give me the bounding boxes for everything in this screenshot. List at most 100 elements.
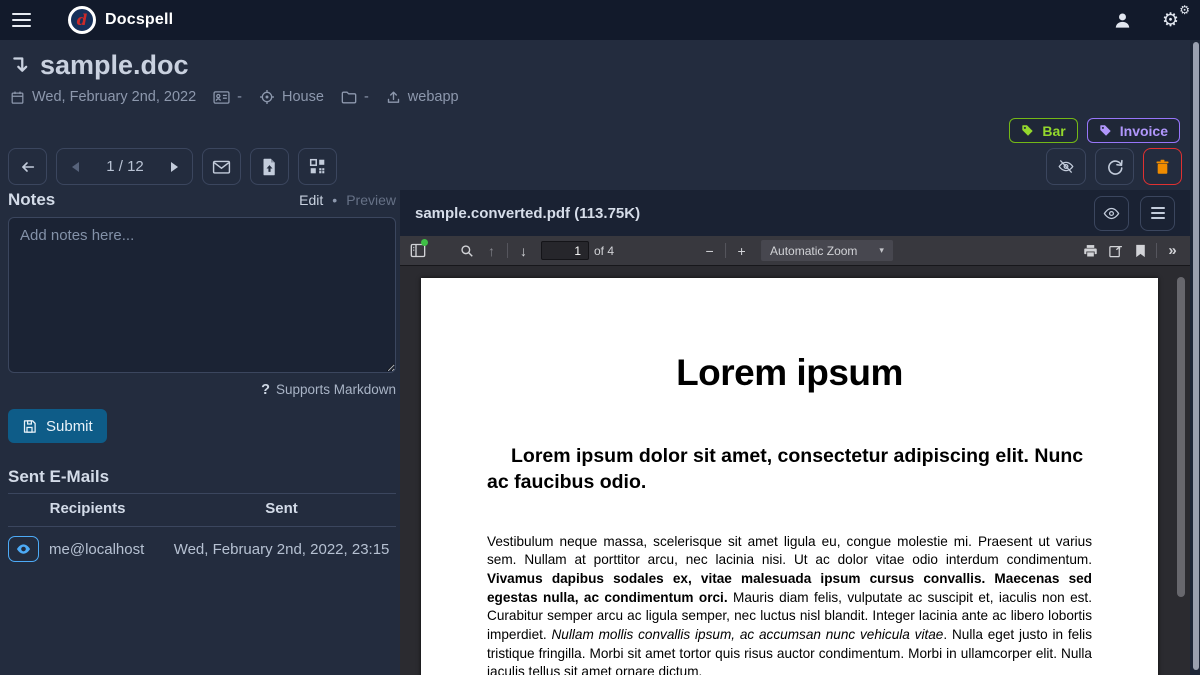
arrow-down-icon: ↓ — [520, 243, 527, 259]
gears-icon: ⚙ ⚙ — [1162, 8, 1188, 32]
upload-icon — [386, 90, 401, 105]
previous-page-button[interactable]: ↑ — [479, 239, 504, 263]
zoom-out-button[interactable]: − — [697, 239, 722, 263]
sidebar-toggle-button[interactable] — [405, 239, 430, 263]
tag-bar[interactable]: Bar — [1009, 118, 1077, 143]
item-source: webapp — [386, 89, 459, 105]
prev-item-button[interactable] — [57, 149, 93, 184]
print-button[interactable] — [1078, 239, 1103, 263]
item-header: sample.doc Wed, February 2nd, 2022 - — [0, 40, 1190, 143]
hamburger-icon — [12, 13, 31, 16]
settings-button[interactable]: ⚙ ⚙ — [1162, 8, 1188, 32]
item-title-row: sample.doc — [10, 50, 1180, 81]
arrow-turn-down-icon — [10, 55, 31, 76]
refresh-icon — [1106, 158, 1124, 176]
app-title: Docspell — [105, 11, 173, 29]
unconfirm-button[interactable] — [1046, 148, 1086, 185]
back-button[interactable] — [8, 148, 47, 185]
notes-preview-link[interactable]: Preview — [346, 192, 396, 208]
sent-emails-table: Recipients Sent me@localhost — [8, 493, 396, 562]
pdf-scrollbar-thumb[interactable] — [1177, 277, 1185, 597]
pdf-page-1: Lorem ipsum Lorem ipsum dolor sit amet, … — [421, 278, 1158, 675]
next-item-button[interactable] — [157, 149, 192, 184]
attachment-panel: sample.converted.pdf (113.75K) — [400, 190, 1190, 675]
arrow-up-icon: ↑ — [488, 243, 495, 259]
eye-icon — [1103, 207, 1120, 220]
calendar-icon — [10, 90, 25, 105]
qr-code-icon — [309, 158, 326, 175]
user-icon — [1113, 11, 1132, 30]
caret-right-icon — [171, 162, 178, 172]
item-folder: - — [341, 89, 369, 105]
envelope-icon — [212, 159, 231, 175]
zoom-level-select[interactable]: Automatic Zoom ▾ — [761, 240, 893, 261]
column-header-recipients: Recipients — [8, 494, 167, 527]
reprocess-button[interactable] — [1095, 148, 1134, 185]
eye-slash-icon — [1056, 158, 1076, 175]
attachment-header: sample.converted.pdf (113.75K) — [400, 190, 1190, 236]
more-tools-button[interactable]: » — [1160, 239, 1185, 263]
file-upload-icon — [262, 158, 277, 176]
tags-row: Bar Invoice — [10, 118, 1180, 143]
pdf-viewer[interactable]: Lorem ipsum Lorem ipsum dolor sit amet, … — [400, 266, 1190, 675]
view-mail-button[interactable] — [8, 536, 39, 562]
top-navbar: d Docspell ⚙ ⚙ — [0, 0, 1200, 40]
pdf-document-paragraph: Vestibulum neque massa, scelerisque sit … — [487, 533, 1092, 675]
search-icon — [460, 244, 474, 258]
eye-icon — [16, 543, 31, 555]
page-scrollbar-thumb[interactable] — [1193, 42, 1199, 670]
qr-code-button[interactable] — [298, 148, 337, 185]
docspell-logo: d — [68, 6, 96, 34]
bookmark-icon — [1135, 244, 1146, 258]
sent-email-row: me@localhost Wed, February 2nd, 2022, 23… — [8, 527, 396, 563]
download-button[interactable] — [1103, 239, 1128, 263]
item-toolbar: 1 / 12 — [8, 148, 1182, 185]
tag-icon — [1021, 124, 1034, 137]
mail-recipient: me@localhost — [49, 541, 144, 558]
question-mark-icon: ? — [261, 382, 270, 398]
page-scrollbar[interactable] — [1190, 40, 1200, 675]
save-icon — [22, 419, 37, 434]
tag-invoice[interactable]: Invoice — [1087, 118, 1180, 143]
tag-icon — [1099, 124, 1112, 137]
item-title: sample.doc — [40, 50, 189, 81]
sidebar-notification-dot — [421, 239, 428, 246]
notes-header: Notes Edit • Preview — [8, 190, 396, 210]
list-menu-icon — [1151, 207, 1165, 219]
plus-icon: + — [737, 243, 745, 259]
pdf-document-subtitle: Lorem ipsum dolor sit amet, consectetur … — [487, 444, 1092, 496]
submit-notes-button[interactable]: Submit — [8, 409, 107, 443]
find-button[interactable] — [454, 239, 479, 263]
item-pager: 1 / 12 — [56, 148, 193, 185]
column-header-sent: Sent — [167, 494, 396, 527]
menu-toggle-button[interactable] — [12, 5, 46, 35]
bullet-separator: • — [332, 192, 337, 208]
page-count-label: of 4 — [594, 244, 614, 258]
send-mail-button[interactable] — [202, 148, 241, 185]
zoom-in-button[interactable]: + — [729, 239, 754, 263]
page-number-input[interactable] — [541, 241, 589, 260]
docspell-app: d Docspell ⚙ ⚙ sample.doc — [0, 0, 1200, 675]
left-column: Notes Edit • Preview ?Supports Markdown … — [8, 190, 396, 562]
delete-button[interactable] — [1143, 148, 1182, 185]
pdf-document-title: Lorem ipsum — [421, 352, 1158, 394]
item-concerning: - — [213, 89, 242, 105]
add-files-button[interactable] — [250, 148, 289, 185]
minus-icon: − — [705, 243, 713, 259]
caret-left-icon — [72, 162, 79, 172]
mail-sent-date: Wed, February 2nd, 2022, 23:15 — [167, 527, 396, 563]
attachment-filename: sample.converted.pdf (113.75K) — [415, 205, 640, 222]
next-page-button[interactable]: ↓ — [511, 239, 536, 263]
printer-icon — [1083, 244, 1098, 258]
attachment-menu-button[interactable] — [1140, 196, 1175, 231]
user-menu-button[interactable] — [1113, 11, 1132, 30]
sent-emails-heading: Sent E-Mails — [8, 467, 396, 487]
back-arrow-icon — [19, 159, 37, 175]
bookmark-button[interactable] — [1128, 239, 1153, 263]
notes-input[interactable] — [8, 217, 396, 373]
pager-position: 1 / 12 — [93, 149, 157, 184]
markdown-hint-link[interactable]: ?Supports Markdown — [8, 382, 396, 398]
attachment-preview-button[interactable] — [1094, 196, 1129, 231]
notes-edit-link[interactable]: Edit — [299, 192, 323, 208]
folder-icon — [341, 90, 357, 105]
